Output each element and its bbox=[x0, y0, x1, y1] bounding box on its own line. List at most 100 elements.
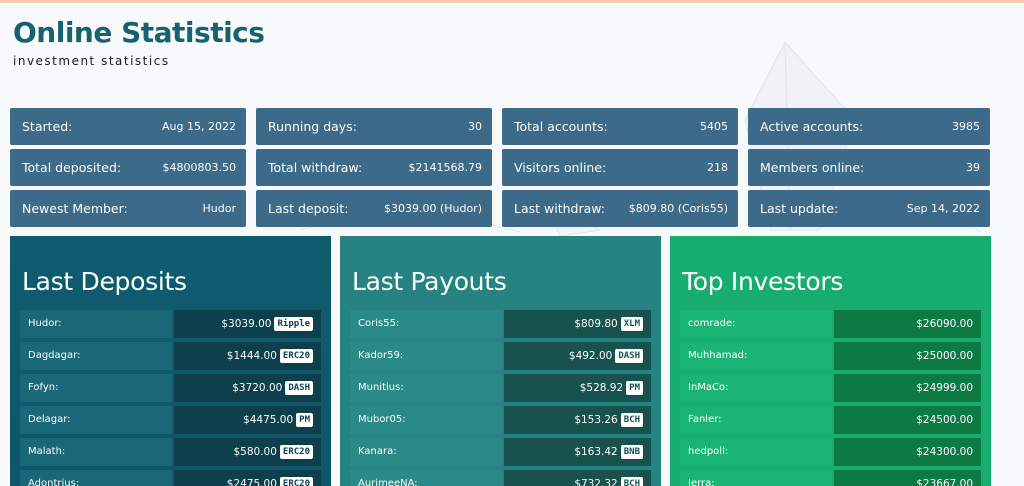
amount: $3039.00 bbox=[221, 318, 272, 330]
investor-name: Jerra: bbox=[680, 470, 832, 486]
stat-label: Total accounts: bbox=[514, 119, 608, 134]
amount: $580.00 bbox=[233, 446, 277, 458]
list-item: Jerra: $23667.00 bbox=[680, 470, 981, 486]
stat-value: 218 bbox=[707, 161, 728, 174]
amount: $24500.00 bbox=[916, 414, 973, 426]
amount-cell: $24300.00 bbox=[834, 438, 981, 466]
amount-cell: $23667.00 bbox=[834, 470, 981, 486]
amount-cell: $492.00 DASH bbox=[504, 342, 651, 370]
stat-value: 30 bbox=[468, 120, 482, 133]
stat-last-update: Last update: Sep 14, 2022 bbox=[748, 190, 990, 227]
stat-label: Running days: bbox=[268, 119, 357, 134]
amount: $163.42 bbox=[574, 446, 618, 458]
stat-members-online: Members online: 39 bbox=[748, 149, 990, 186]
amount-cell: $4475.00 PM bbox=[174, 406, 321, 434]
investor-name: Coris55: bbox=[350, 310, 502, 338]
stat-value: 3985 bbox=[952, 120, 980, 133]
currency-badge: DASH bbox=[285, 381, 313, 395]
investor-name: Hudor: bbox=[20, 310, 172, 338]
amount: $4475.00 bbox=[243, 414, 294, 426]
list-item: hedpoll: $24300.00 bbox=[680, 438, 981, 466]
list-item: Mubor05: $153.26 BCH bbox=[350, 406, 651, 434]
stat-value: Aug 15, 2022 bbox=[162, 120, 236, 133]
amount: $153.26 bbox=[574, 414, 618, 426]
amount: $528.92 bbox=[579, 382, 624, 394]
amount: $26090.00 bbox=[916, 318, 973, 330]
page-subtitle: investment statistics bbox=[13, 54, 170, 68]
page-title: Online Statistics bbox=[13, 16, 265, 49]
amount: $732.32 bbox=[574, 478, 618, 486]
stat-value: Hudor bbox=[202, 202, 236, 215]
amount: $24300.00 bbox=[916, 446, 973, 458]
stat-total-accounts: Total accounts: 5405 bbox=[502, 108, 738, 145]
currency-badge: BNB bbox=[620, 445, 643, 459]
investor-name: Fanler: bbox=[680, 406, 832, 434]
amount-cell: $3720.00 DASH bbox=[174, 374, 321, 402]
top-accent-line bbox=[0, 0, 1024, 3]
currency-badge: BCH bbox=[620, 413, 643, 427]
investor-name: Kador59: bbox=[350, 342, 502, 370]
amount-cell: $25000.00 bbox=[834, 342, 981, 370]
stat-label: Visitors online: bbox=[514, 160, 607, 175]
stat-visitors-online: Visitors online: 218 bbox=[502, 149, 738, 186]
list-item: Munitius: $528.92 PM bbox=[350, 374, 651, 402]
last-payouts-panel: Last Payouts Coris55: $809.80 XLM Kador59:… bbox=[340, 236, 661, 486]
currency-badge: ERC20 bbox=[279, 477, 313, 486]
stat-value: Sep 14, 2022 bbox=[906, 202, 980, 215]
stat-value: $3039.00 (Hudor) bbox=[383, 202, 482, 215]
stat-label: Last update: bbox=[760, 201, 839, 216]
stat-value: $4800803.50 bbox=[162, 161, 236, 174]
stat-total-withdraw: Total withdraw: $2141568.79 bbox=[256, 149, 492, 186]
list-item: comrade: $26090.00 bbox=[680, 310, 981, 338]
amount-cell: $2475.00 ERC20 bbox=[174, 470, 321, 486]
investor-name: InMaCo: bbox=[680, 374, 832, 402]
amount: $1444.00 bbox=[226, 350, 277, 362]
stat-label: Members online: bbox=[760, 160, 865, 175]
currency-badge: Ripple bbox=[274, 317, 313, 331]
amount-cell: $580.00 ERC20 bbox=[174, 438, 321, 466]
stat-label: Started: bbox=[22, 119, 73, 134]
stat-label: Active accounts: bbox=[760, 119, 864, 134]
investor-name: AurimeeNA: bbox=[350, 470, 502, 486]
stat-started: Started: Aug 15, 2022 bbox=[10, 108, 246, 145]
amount-cell: $24999.00 bbox=[834, 374, 981, 402]
investor-name: Dagdagar: bbox=[20, 342, 172, 370]
amount: $809.80 bbox=[574, 318, 618, 330]
stat-running-days: Running days: 30 bbox=[256, 108, 492, 145]
investor-name: Fofyn: bbox=[20, 374, 172, 402]
list-item: Coris55: $809.80 XLM bbox=[350, 310, 651, 338]
stat-active-accounts: Active accounts: 3985 bbox=[748, 108, 990, 145]
amount-cell: $163.42 BNB bbox=[504, 438, 651, 466]
currency-badge: XLM bbox=[620, 317, 643, 331]
top-investors-panel: Top Investors comrade: $26090.00 Muhhamad… bbox=[670, 236, 991, 486]
list-item: AurimeeNA: $732.32 BCH bbox=[350, 470, 651, 486]
list-item: InMaCo: $24999.00 bbox=[680, 374, 981, 402]
amount: $492.00 bbox=[568, 350, 613, 362]
amount-cell: $3039.00 Ripple bbox=[174, 310, 321, 338]
list-item: Fanler: $24500.00 bbox=[680, 406, 981, 434]
currency-badge: BCH bbox=[620, 477, 643, 486]
amount-cell: $809.80 XLM bbox=[504, 310, 651, 338]
currency-badge: PM bbox=[626, 381, 643, 395]
investor-name: Muhhamad: bbox=[680, 342, 832, 370]
panel-title: Top Investors bbox=[682, 267, 844, 296]
amount-cell: $528.92 PM bbox=[504, 374, 651, 402]
stat-newest-member: Newest Member: Hudor bbox=[10, 190, 246, 227]
amount-cell: $153.26 BCH bbox=[504, 406, 651, 434]
list-item: Kador59: $492.00 DASH bbox=[350, 342, 651, 370]
investor-name: Delagar: bbox=[20, 406, 172, 434]
amount-cell: $732.32 BCH bbox=[504, 470, 651, 486]
currency-badge: ERC20 bbox=[279, 349, 313, 363]
currency-badge: DASH bbox=[615, 349, 643, 363]
last-deposits-panel: Last Deposits Hudor: $3039.00 Ripple Dagda… bbox=[10, 236, 331, 486]
investor-name: Malath: bbox=[20, 438, 172, 466]
investor-name: Mubor05: bbox=[350, 406, 502, 434]
stat-value: $809.80 (Coris55) bbox=[628, 202, 728, 215]
stat-total-deposited: Total deposited: $4800803.50 bbox=[10, 149, 246, 186]
currency-badge: PM bbox=[296, 413, 313, 427]
list-item: Hudor: $3039.00 Ripple bbox=[20, 310, 321, 338]
amount: $2475.00 bbox=[226, 478, 277, 486]
amount: $25000.00 bbox=[916, 350, 973, 362]
list-item: Malath: $580.00 ERC20 bbox=[20, 438, 321, 466]
investor-name: comrade: bbox=[680, 310, 832, 338]
